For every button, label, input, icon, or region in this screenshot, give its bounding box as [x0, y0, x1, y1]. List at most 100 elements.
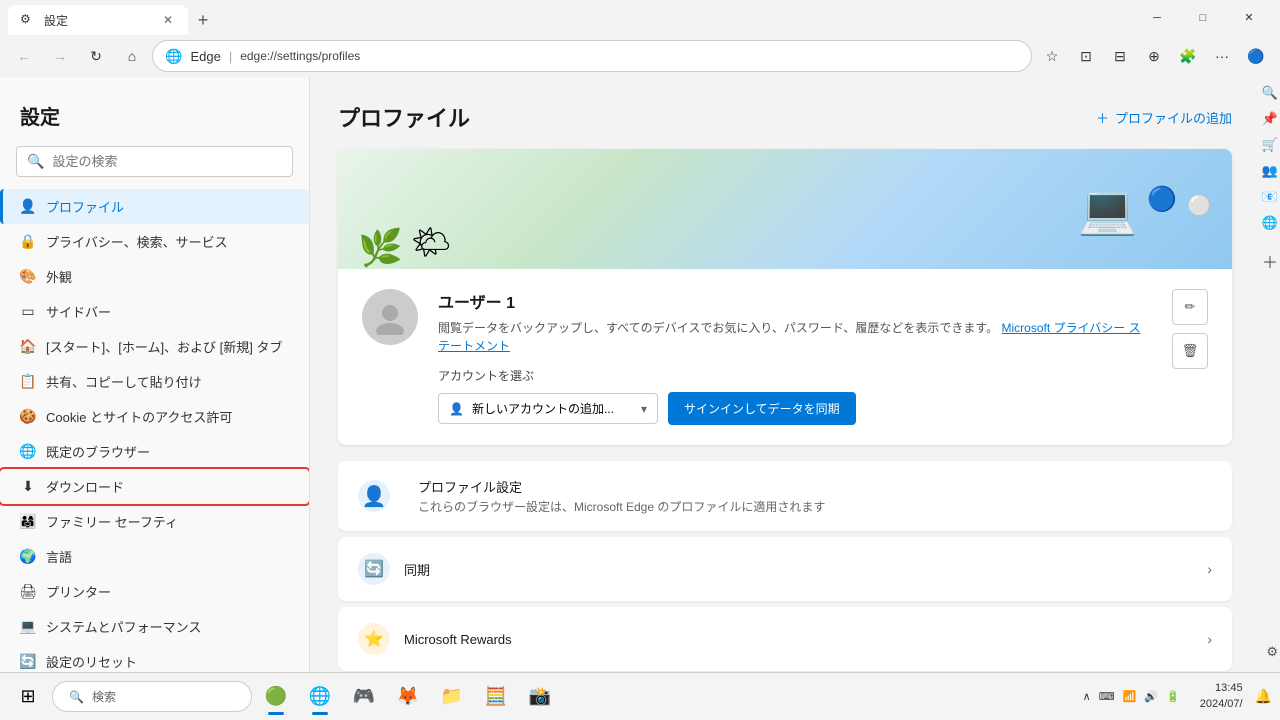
sidebar-label-startpage: [スタート]、[ホーム]、および [新規] タブ	[46, 337, 283, 356]
sidebar-item-default[interactable]: 🌐 既定のブラウザー	[0, 434, 309, 469]
taskbar-calc[interactable]: 🧮	[476, 677, 516, 717]
signin-button[interactable]: サインインしてデータを同期	[668, 392, 856, 425]
minimize-button[interactable]: ─	[1134, 0, 1180, 35]
rewards-item[interactable]: ⭐ Microsoft Rewards ›	[338, 607, 1232, 671]
taskbar-files[interactable]: 📁	[432, 677, 472, 717]
sidebar-item-privacy[interactable]: 🔒 プライバシー、検索、サービス	[0, 224, 309, 259]
sidebar-item-system[interactable]: 💻 システムとパフォーマンス	[0, 609, 309, 644]
right-settings-icon[interactable]: ⚙	[1266, 644, 1278, 660]
taskbar-clock[interactable]: 13:45 2024/07/	[1192, 681, 1251, 712]
right-translate-icon[interactable]: 🌐	[1262, 215, 1278, 231]
right-panel: 🔍 📌 🛒 👥 📧 🌐 ＋ ⚙	[1260, 77, 1280, 672]
favorites-button[interactable]: ☆	[1036, 40, 1068, 72]
notification-icon[interactable]: 🔔	[1255, 688, 1272, 705]
edit-profile-button[interactable]: ✏	[1172, 289, 1208, 325]
home-button[interactable]: ⌂	[116, 40, 148, 72]
settings-search-box[interactable]: 🔍	[16, 146, 293, 177]
sidebar-item-reset[interactable]: 🔄 設定のリセット	[0, 644, 309, 672]
taskbar-firefox[interactable]: 🦊	[388, 677, 428, 717]
downloads-icon: ⬇	[20, 479, 36, 495]
account-selector: 👤 新しいアカウントの追加... ▾ サインインしてデータを同期	[438, 392, 1152, 425]
tab-close-button[interactable]: ✕	[160, 12, 176, 28]
sidebar-item-sidebar[interactable]: ▭ サイドバー	[0, 294, 309, 329]
active-tab[interactable]: ⚙ 設定 ✕	[8, 5, 188, 35]
startpage-icon: 🏠	[20, 339, 36, 355]
tab-bar: ⚙ 設定 ✕ +	[8, 0, 1134, 35]
wifi-icon[interactable]: 📶	[1123, 690, 1137, 703]
page-title: プロファイル	[338, 101, 470, 133]
profile-settings-header[interactable]: 👤 プロファイル設定 これらのブラウザー設定は、Microsoft Edge の…	[338, 461, 1232, 531]
forward-button[interactable]: →	[44, 40, 76, 72]
sync-item[interactable]: 🔄 同期 ›	[338, 537, 1232, 601]
keyboard-icon[interactable]: ⌨	[1099, 690, 1115, 703]
sidebar-label-default: 既定のブラウザー	[46, 442, 150, 461]
sidebar-item-family[interactable]: 👨‍👩‍👧 ファミリー セーフティ	[0, 504, 309, 539]
start-button[interactable]: ⊞	[8, 677, 48, 717]
account-placeholder: 新しいアカウントの追加...	[472, 400, 614, 417]
sidebar-item-startpage[interactable]: 🏠 [スタート]、[ホーム]、および [新規] タブ	[0, 329, 309, 364]
tab-title: 設定	[44, 12, 68, 29]
taskbar-search[interactable]: 🔍 検索	[52, 681, 252, 712]
refresh-button[interactable]: ↻	[80, 40, 112, 72]
add-profile-button[interactable]: ＋ プロファイルの追加	[1096, 108, 1232, 127]
edge-label: Edge	[190, 49, 220, 64]
taskbar-chrome[interactable]: 🟢	[256, 677, 296, 717]
separator: |	[229, 49, 232, 64]
settings-section: 👤 プロファイル設定 これらのブラウザー設定は、Microsoft Edge の…	[338, 461, 1232, 672]
close-button[interactable]: ✕	[1226, 0, 1272, 35]
profile-body: ユーザー 1 閲覧データをバックアップし、すべてのデバイスでお気に入り、パスワー…	[338, 269, 1232, 445]
rewards-title: Microsoft Rewards	[404, 632, 1207, 647]
sidebar-item-printer[interactable]: 🖨 プリンター	[0, 574, 309, 609]
reset-icon: 🔄	[20, 654, 36, 670]
chevron-up-icon[interactable]: ∧	[1083, 690, 1091, 703]
profile-settings-icon: 👤	[358, 480, 390, 512]
sidebar-item-appearance[interactable]: 🎨 外観	[0, 259, 309, 294]
split-view-button[interactable]: ⊟	[1104, 40, 1136, 72]
right-outlook-icon[interactable]: 📧	[1262, 189, 1278, 205]
sidebar-label-cookies: Cookie とサイトのアクセス許可	[46, 407, 232, 426]
settings-main: プロファイル ＋ プロファイルの追加 🌿 🌤 💻 🔵 ⚪	[310, 77, 1260, 672]
add-profile-label: プロファイルの追加	[1115, 108, 1232, 127]
right-pin-icon[interactable]: 📌	[1262, 111, 1278, 127]
sidebar-label-reset: 設定のリセット	[46, 652, 137, 671]
profile-description: 閲覧データをバックアップし、すべてのデバイスでお気に入り、パスワード、履歴などを…	[438, 319, 1152, 355]
maximize-button[interactable]: □	[1180, 0, 1226, 35]
new-tab-button[interactable]: +	[188, 5, 218, 35]
sidebar-icon: ▭	[20, 304, 36, 320]
taskbar-search-icon: 🔍	[69, 690, 84, 704]
right-people-icon[interactable]: 👥	[1262, 163, 1278, 179]
right-shop-icon[interactable]: 🛒	[1262, 137, 1278, 153]
battery-icon[interactable]: 🔋	[1166, 690, 1180, 703]
right-add-icon[interactable]: ＋	[1262, 249, 1278, 273]
taskbar-edge[interactable]: 🌐	[300, 677, 340, 717]
extensions-button[interactable]: 🧩	[1172, 40, 1204, 72]
edge-sidebar-icon[interactable]: 🔵	[1240, 40, 1272, 72]
rewards-icon: ⭐	[358, 623, 390, 655]
taskbar-photo[interactable]: 📸	[520, 677, 560, 717]
sidebar-item-profile[interactable]: 👤 プロファイル	[0, 189, 309, 224]
settings-search-input[interactable]	[52, 154, 282, 169]
url-text: edge://settings/profiles	[240, 49, 360, 63]
nav-actions: ☆ ⊡ ⊟ ⊕ 🧩 ··· 🔵	[1036, 40, 1272, 72]
more-button[interactable]: ···	[1206, 40, 1238, 72]
speaker-icon[interactable]: 🔊	[1144, 690, 1158, 703]
sidebar-item-downloads[interactable]: ⬇ ダウンロード	[0, 469, 309, 504]
profile-actions: ✏ 🗑	[1172, 289, 1208, 369]
delete-profile-button[interactable]: 🗑	[1172, 333, 1208, 369]
taskbar-game[interactable]: 🎮	[344, 677, 384, 717]
sync-title: 同期	[404, 560, 1207, 579]
browser-body: 設定 🔍 👤 プロファイル 🔒 プライバシー、検索、サービス 🎨 外観 ▭ サイ…	[0, 77, 1280, 672]
sidebar-item-language[interactable]: 🌍 言語	[0, 539, 309, 574]
sidebar-item-cookies[interactable]: 🍪 Cookie とサイトのアクセス許可	[0, 399, 309, 434]
account-dropdown[interactable]: 👤 新しいアカウントの追加... ▾	[438, 393, 658, 424]
collections-button[interactable]: ⊕	[1138, 40, 1170, 72]
privacy-icon: 🔒	[20, 234, 36, 250]
back-button[interactable]: ←	[8, 40, 40, 72]
banner-left: 🌿 🌤	[358, 149, 451, 269]
tab-view-button[interactable]: ⊡	[1070, 40, 1102, 72]
address-bar[interactable]: 🌐 Edge | edge://settings/profiles	[152, 40, 1032, 72]
right-search-icon[interactable]: 🔍	[1262, 85, 1278, 101]
system-icon: 💻	[20, 619, 36, 635]
banner-edge-logo: 🔵	[1147, 185, 1177, 214]
sidebar-item-share[interactable]: 📋 共有、コピーして貼り付け	[0, 364, 309, 399]
